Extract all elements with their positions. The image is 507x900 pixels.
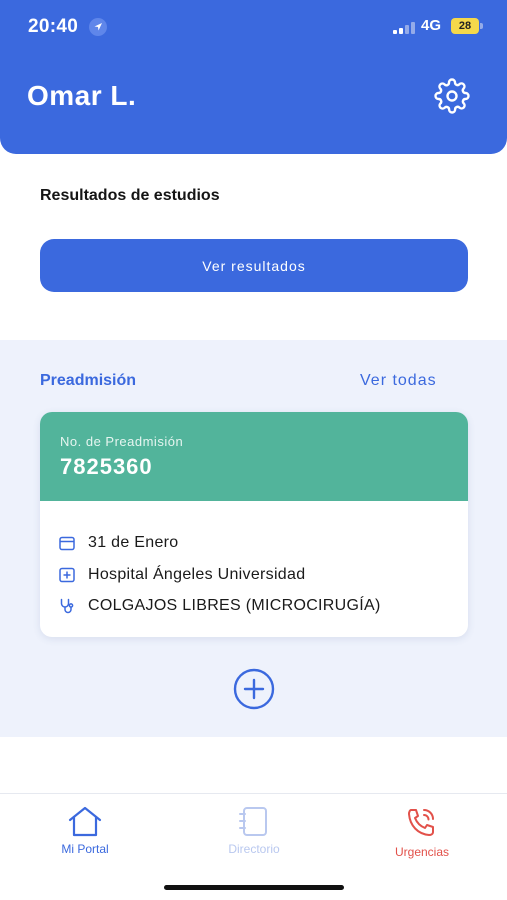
emergency-phone-icon [403, 805, 441, 839]
battery-tip [480, 23, 483, 29]
tab-directorio[interactable]: Directorio [194, 794, 314, 864]
calendar-icon [58, 534, 76, 552]
status-bar: 20:40 4G 28 [0, 0, 507, 56]
tab-urgencias[interactable]: Urgencias [362, 794, 482, 864]
preadmission-number-label: No. de Preadmisión [60, 434, 184, 449]
tab-label-directorio: Directorio [228, 842, 280, 856]
battery-level: 28 [458, 20, 472, 32]
studies-section-title: Resultados de estudios [40, 187, 220, 204]
card-row-procedure: COLGAJOS LIBRES (MICROCIRUGÍA) [58, 595, 381, 617]
preadmission-hospital: Hospital Ángeles Universidad [88, 566, 306, 583]
view-results-button[interactable]: Ver resultados [40, 239, 468, 292]
card-row-date: 31 de Enero [58, 532, 178, 554]
stethoscope-icon [58, 597, 76, 615]
cellular-signal-icon [393, 22, 417, 34]
preadmission-number: 7825360 [60, 454, 153, 479]
directory-icon [235, 805, 273, 839]
location-arrow-icon [89, 18, 107, 36]
network-type: 4G [421, 17, 442, 34]
battery-icon: 28 [451, 18, 479, 34]
card-row-hospital: Hospital Ángeles Universidad [58, 564, 305, 586]
bottom-tab-bar: Mi Portal Directorio Urgencias [0, 793, 507, 900]
status-time: 20:40 [28, 16, 79, 37]
settings-gear-icon[interactable] [434, 78, 470, 114]
preadmission-card[interactable]: No. de Preadmisión 7825360 31 de Enero H… [40, 412, 468, 637]
tab-label-urgencias: Urgencias [394, 845, 450, 859]
add-preadmission-button[interactable] [233, 668, 275, 710]
preadmission-date: 31 de Enero [88, 534, 179, 551]
see-all-link[interactable]: Ver todas [360, 372, 437, 390]
tab-label-mi-portal: Mi Portal [61, 842, 109, 856]
hospital-plus-icon [58, 566, 76, 584]
preadmission-title: Preadmisión [40, 372, 137, 389]
home-icon [66, 805, 104, 839]
preadmission-procedure: COLGAJOS LIBRES (MICROCIRUGÍA) [88, 597, 381, 614]
tab-mi-portal[interactable]: Mi Portal [25, 794, 145, 864]
preadmission-card-header: No. de Preadmisión 7825360 [40, 412, 468, 501]
app-header: 20:40 4G 28 Omar L. [0, 0, 507, 154]
user-name: Omar L. [27, 80, 137, 111]
home-indicator[interactable] [164, 885, 344, 890]
